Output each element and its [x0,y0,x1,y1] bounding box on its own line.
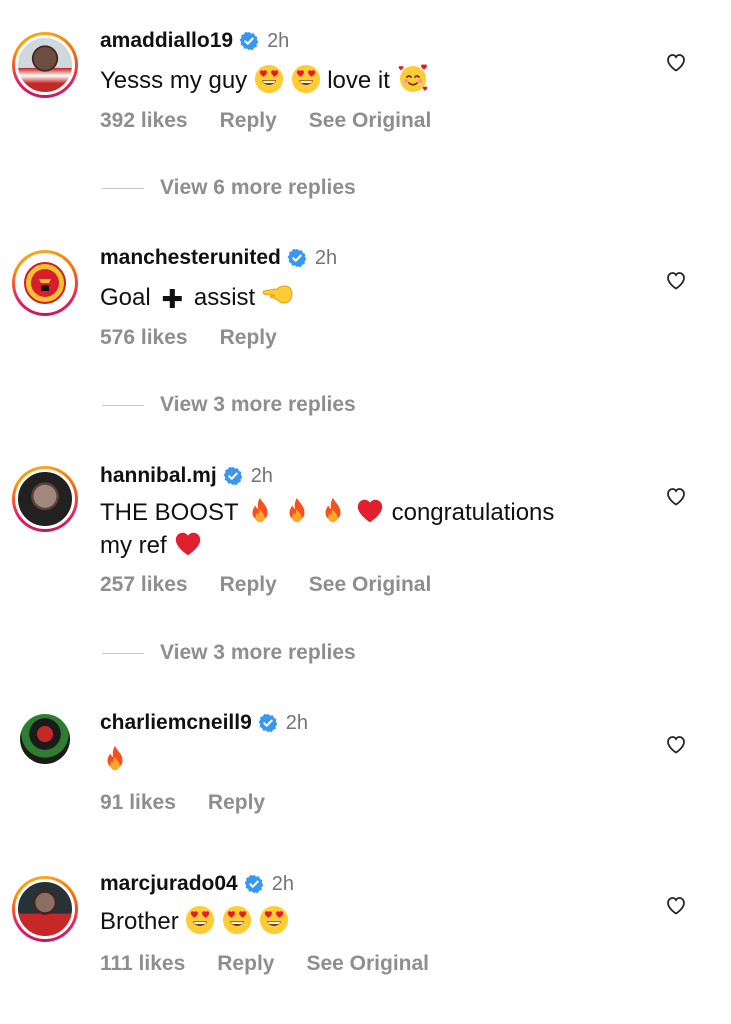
timestamp: 2h [267,29,290,52]
timestamp: 2h [271,872,294,895]
see-original-button[interactable]: See Original [309,573,432,597]
username[interactable]: manchesterunited [100,246,281,270]
divider [102,187,144,189]
fire-icon [245,496,275,526]
likes-count[interactable]: 392 likes [100,109,188,133]
heart-eyes-icon [291,64,321,94]
see-original-button[interactable]: See Original [306,952,429,976]
reply-button[interactable]: Reply [220,326,277,350]
verified-icon [223,466,243,486]
avatar[interactable] [12,466,78,532]
username[interactable]: charliemcneill9 [100,711,252,735]
likes-count[interactable]: 91 likes [100,791,176,815]
smiling-face-with-hearts-icon [397,62,429,94]
reply-button[interactable]: Reply [220,573,277,597]
red-heart-icon [173,529,203,559]
red-heart-icon [355,496,385,526]
divider [102,652,144,654]
heart-icon[interactable] [664,484,688,508]
comment-text: THE BOOST congratulations my ref [100,496,640,562]
heart-eyes-icon [254,64,284,94]
likes-count[interactable]: 576 likes [100,326,188,350]
reply-button[interactable]: Reply [220,109,277,133]
verified-icon [244,874,264,894]
timestamp: 2h [285,711,308,734]
likes-count[interactable]: 257 likes [100,573,188,597]
pointing-hand-icon [262,279,294,311]
likes-count[interactable]: 111 likes [100,952,185,976]
heart-icon[interactable] [664,268,688,292]
reply-button[interactable]: Reply [208,791,265,815]
comment-text: Yesss my guy love it [100,62,640,97]
comment-text: Goal ✚ assist [100,279,640,315]
avatar[interactable] [12,876,78,942]
verified-icon [239,31,259,51]
heart-icon[interactable] [664,50,688,74]
view-replies-label[interactable]: View 3 more replies [160,641,356,665]
username[interactable]: marcjurado04 [100,872,238,896]
view-replies[interactable]: View 3 more replies [102,641,356,665]
comment-text: Brother [100,905,640,938]
fire-icon [318,496,348,526]
view-replies[interactable]: View 3 more replies [102,393,356,417]
verified-icon [258,713,278,733]
username[interactable]: amaddiallo19 [100,29,233,53]
heart-eyes-icon [259,905,289,935]
fire-icon [282,496,312,526]
plus-icon: ✚ [161,283,184,314]
heart-eyes-icon [185,905,215,935]
view-replies-label[interactable]: View 6 more replies [160,176,356,200]
avatar[interactable] [12,706,78,772]
username[interactable]: hannibal.mj [100,464,217,488]
view-replies-label[interactable]: View 3 more replies [160,393,356,417]
heart-eyes-icon [222,905,252,935]
view-replies[interactable]: View 6 more replies [102,176,356,200]
fire-icon [100,744,130,774]
verified-icon [287,248,307,268]
avatar[interactable] [12,32,78,98]
avatar[interactable] [12,250,78,316]
heart-icon[interactable] [664,732,688,756]
timestamp: 2h [250,464,273,487]
see-original-button[interactable]: See Original [309,109,432,133]
club-crest-icon [24,262,66,304]
comment-text [100,744,640,777]
heart-icon[interactable] [664,893,688,917]
reply-button[interactable]: Reply [217,952,274,976]
timestamp: 2h [314,246,338,269]
divider [102,404,144,406]
